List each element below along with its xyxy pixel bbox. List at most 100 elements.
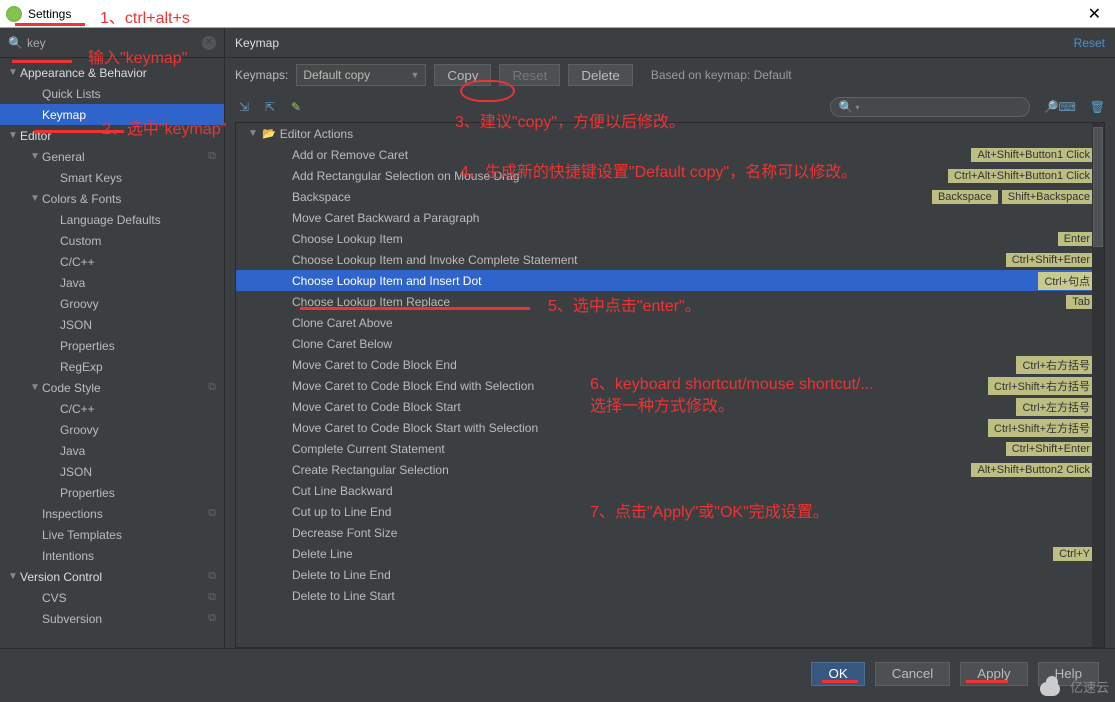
- action-row[interactable]: Add or Remove CaretAlt+Shift+Button1 Cli…: [236, 144, 1104, 165]
- action-row[interactable]: Choose Lookup Item and Insert DotCtrl+句点: [236, 270, 1104, 291]
- reset-link[interactable]: Reset: [1074, 36, 1105, 50]
- tree-label: Code Style: [42, 381, 208, 395]
- tree-row[interactable]: C/C++: [0, 398, 224, 419]
- sidebar-search-input[interactable]: [27, 36, 107, 50]
- action-search[interactable]: 🔍▾: [830, 97, 1030, 117]
- collapse-icon[interactable]: ⇱: [261, 98, 279, 116]
- tree-row[interactable]: JSON: [0, 461, 224, 482]
- action-row[interactable]: Choose Lookup ItemEnter: [236, 228, 1104, 249]
- project-icon: ⧉: [208, 381, 216, 394]
- tree-row[interactable]: Java: [0, 440, 224, 461]
- tree-row[interactable]: Inspections⧉: [0, 503, 224, 524]
- tree-row[interactable]: Language Defaults: [0, 209, 224, 230]
- tree-row[interactable]: Intentions: [0, 545, 224, 566]
- action-row[interactable]: Move Caret to Code Block EndCtrl+右方括号: [236, 354, 1104, 375]
- action-row[interactable]: Delete LineCtrl+Y: [236, 543, 1104, 564]
- action-row[interactable]: Clone Caret Below: [236, 333, 1104, 354]
- close-icon[interactable]: ✕: [1080, 4, 1109, 24]
- action-row[interactable]: Delete to Line End: [236, 564, 1104, 585]
- clear-icon[interactable]: ✕: [202, 36, 216, 50]
- action-row[interactable]: Delete to Line Start: [236, 585, 1104, 606]
- action-name: Choose Lookup Item: [292, 232, 1058, 246]
- action-name: Backspace: [292, 190, 932, 204]
- sidebar-search[interactable]: 🔍 ✕: [0, 28, 224, 58]
- tree-row[interactable]: C/C++: [0, 251, 224, 272]
- shortcuts: Alt+Shift+Button1 Click: [971, 148, 1096, 162]
- tree-row[interactable]: Smart Keys: [0, 167, 224, 188]
- project-icon: ⧉: [208, 507, 216, 520]
- action-name: Complete Current Statement: [292, 442, 1006, 456]
- tree-label: Properties: [60, 486, 224, 500]
- edit-icon[interactable]: ✎: [287, 98, 305, 116]
- tree-label: Groovy: [60, 423, 224, 437]
- tree-row[interactable]: ▼Editor: [0, 125, 224, 146]
- tree-label: Smart Keys: [60, 171, 224, 185]
- underline: [966, 680, 1008, 683]
- tree-row[interactable]: Keymap: [0, 104, 224, 125]
- tree-label: Intentions: [42, 549, 224, 563]
- action-tree[interactable]: ▼📂Editor ActionsAdd or Remove CaretAlt+S…: [235, 122, 1105, 648]
- scrollbar-thumb[interactable]: [1093, 127, 1103, 247]
- tree-row[interactable]: Properties: [0, 335, 224, 356]
- action-row[interactable]: Move Caret Backward a Paragraph: [236, 207, 1104, 228]
- tree-row[interactable]: Properties: [0, 482, 224, 503]
- tree-row[interactable]: Java: [0, 272, 224, 293]
- action-row[interactable]: Move Caret to Code Block Start with Sele…: [236, 417, 1104, 438]
- underline: [822, 680, 858, 683]
- tree-row[interactable]: RegExp: [0, 356, 224, 377]
- action-row[interactable]: Decrease Font Size: [236, 522, 1104, 543]
- tree-row[interactable]: Live Templates: [0, 524, 224, 545]
- tree-label: C/C++: [60, 402, 224, 416]
- action-group-header[interactable]: ▼📂Editor Actions: [236, 123, 1104, 144]
- trash-icon[interactable]: 🗑: [1090, 100, 1105, 114]
- action-name: Decrease Font Size: [292, 526, 1096, 540]
- tree-row[interactable]: Groovy: [0, 419, 224, 440]
- action-row[interactable]: Choose Lookup Item and Invoke Complete S…: [236, 249, 1104, 270]
- shortcut-badge: Ctrl+Shift+Enter: [1006, 442, 1096, 456]
- tree-row[interactable]: CVS⧉: [0, 587, 224, 608]
- find-shortcut-icon[interactable]: 🔎⌨: [1044, 100, 1076, 114]
- folder-icon: 📂: [262, 127, 276, 140]
- action-row[interactable]: Add Rectangular Selection on Mouse DragC…: [236, 165, 1104, 186]
- tree-row[interactable]: Custom: [0, 230, 224, 251]
- action-row[interactable]: Move Caret to Code Block StartCtrl+左方括号: [236, 396, 1104, 417]
- action-name: Delete to Line End: [292, 568, 1096, 582]
- tree-label: Quick Lists: [42, 87, 224, 101]
- tree-label: Appearance & Behavior: [20, 66, 224, 80]
- cancel-button[interactable]: Cancel: [875, 662, 951, 686]
- tree-row[interactable]: Subversion⧉: [0, 608, 224, 629]
- tree-row[interactable]: ▼Appearance & Behavior: [0, 62, 224, 83]
- action-row[interactable]: Create Rectangular SelectionAlt+Shift+Bu…: [236, 459, 1104, 480]
- action-row[interactable]: Cut up to Line End: [236, 501, 1104, 522]
- tree-row[interactable]: ▼Colors & Fonts: [0, 188, 224, 209]
- shortcut-badge: Ctrl+Y: [1053, 547, 1096, 561]
- action-row[interactable]: Complete Current StatementCtrl+Shift+Ent…: [236, 438, 1104, 459]
- action-name: Create Rectangular Selection: [292, 463, 971, 477]
- shortcut-badge: Ctrl+右方括号: [1016, 356, 1096, 374]
- tree-row[interactable]: Groovy: [0, 293, 224, 314]
- shortcuts: Ctrl+Shift+Enter: [1006, 442, 1096, 456]
- watermark: 亿速云: [1036, 676, 1109, 696]
- tree-row[interactable]: ▼Version Control⧉: [0, 566, 224, 587]
- delete-button[interactable]: Delete: [568, 64, 633, 86]
- tree-row[interactable]: JSON: [0, 314, 224, 335]
- action-row[interactable]: Move Caret to Code Block End with Select…: [236, 375, 1104, 396]
- action-name: Move Caret Backward a Paragraph: [292, 211, 1096, 225]
- scrollbar[interactable]: [1092, 123, 1104, 647]
- keymaps-dropdown[interactable]: Default copy ▼: [296, 64, 426, 86]
- tree-row[interactable]: ▼General⧉: [0, 146, 224, 167]
- shortcut-badge: Enter: [1058, 232, 1096, 246]
- tree-label: JSON: [60, 318, 224, 332]
- shortcut-badge: Ctrl+句点: [1038, 272, 1096, 290]
- action-row[interactable]: Cut Line Backward: [236, 480, 1104, 501]
- tree-row[interactable]: ▼Code Style⧉: [0, 377, 224, 398]
- arrow-icon: ▼: [30, 151, 42, 162]
- action-row[interactable]: BackspaceBackspaceShift+Backspace: [236, 186, 1104, 207]
- arrow-icon: ▼: [8, 67, 20, 78]
- action-row[interactable]: Clone Caret Above: [236, 312, 1104, 333]
- expand-icon[interactable]: ⇲: [235, 98, 253, 116]
- tree-label: Java: [60, 444, 224, 458]
- tree-row[interactable]: Quick Lists: [0, 83, 224, 104]
- settings-tree[interactable]: ▼Appearance & BehaviorQuick ListsKeymap▼…: [0, 58, 224, 648]
- tree-label: Inspections: [42, 507, 208, 521]
